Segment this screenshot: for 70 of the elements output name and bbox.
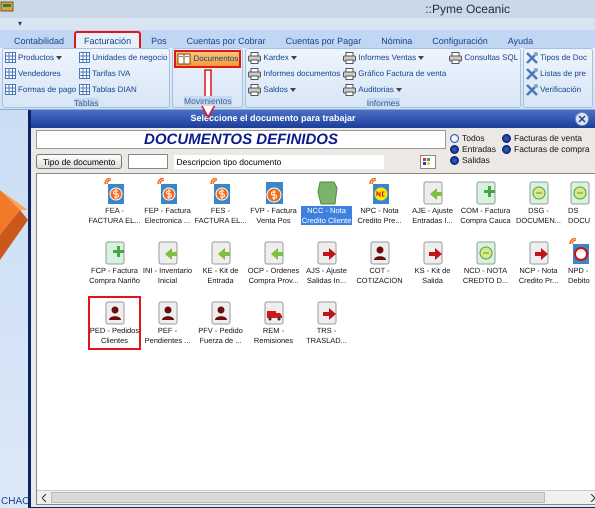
filter-radio[interactable]: Todos xyxy=(450,133,500,144)
ribbon-tab[interactable]: Facturación xyxy=(74,31,142,48)
caret-icon xyxy=(396,88,402,92)
dialog-title: Seleccione el documento para trabajar xyxy=(190,112,356,126)
close-button[interactable] xyxy=(575,112,589,126)
ribbon-button[interactable]: Tablas DIAN xyxy=(78,82,168,97)
filter-radio[interactable]: Facturas de venta xyxy=(502,133,588,144)
ribbon-button[interactable]: Formas de pago xyxy=(4,82,78,97)
filter-radio[interactable]: Salidas xyxy=(450,155,500,166)
table-icon xyxy=(5,84,16,95)
tools-icon xyxy=(526,84,538,96)
table-icon xyxy=(5,68,16,79)
caret-icon xyxy=(418,56,424,60)
description-field[interactable]: Descripcion tipo documento xyxy=(174,154,384,168)
caret-icon xyxy=(56,56,62,60)
printer-icon xyxy=(343,68,356,80)
table-icon xyxy=(79,68,90,79)
ribbon-button[interactable]: Informes documentos xyxy=(247,66,342,81)
printer-icon xyxy=(343,84,356,96)
ribbon-button[interactable]: Gráfico Factura de venta xyxy=(342,66,448,81)
filter-radio[interactable]: Facturas de compra xyxy=(502,144,588,155)
group-label: Informes xyxy=(366,98,400,108)
book-icon xyxy=(177,53,192,65)
ribbon-button[interactable]: Productos xyxy=(4,50,78,65)
ribbon-tab[interactable]: Cuentas por Pagar xyxy=(276,31,372,48)
group-label: Tablas xyxy=(74,98,98,108)
ribbon-button[interactable]: Kardex xyxy=(247,50,342,65)
tools-icon xyxy=(526,68,538,80)
quick-access-dropdown[interactable]: ▾ xyxy=(18,19,22,28)
ribbon-button[interactable]: Tarifas IVA xyxy=(78,66,168,81)
code-field[interactable] xyxy=(128,154,168,169)
scroll-thumb[interactable] xyxy=(51,492,545,503)
chevron-left-icon xyxy=(42,494,46,502)
grid-view-button[interactable] xyxy=(420,154,436,168)
ribbon-button[interactable]: Documentos xyxy=(174,50,242,68)
ribbon-button[interactable]: Saldos xyxy=(247,82,342,97)
ribbon-tab[interactable]: Pos xyxy=(141,31,177,48)
ribbon-button[interactable]: Auditorias xyxy=(342,82,448,97)
tools-icon xyxy=(526,52,538,64)
document-type-button[interactable]: Tipo de documento xyxy=(36,154,122,169)
printer-icon xyxy=(343,52,356,64)
ribbon-button[interactable]: Verificación xyxy=(525,82,588,97)
ribbon-tab[interactable]: Cuentas por Cobrar xyxy=(176,31,276,48)
ribbon-button[interactable]: Informes Ventas xyxy=(342,50,448,65)
ribbon-tab[interactable]: Configuración xyxy=(422,31,498,48)
filter-radio[interactable]: Entradas xyxy=(450,144,500,155)
ribbon-tab[interactable]: Ayuda xyxy=(498,31,544,48)
printer-icon xyxy=(248,68,262,80)
chevron-right-icon xyxy=(590,494,594,502)
ribbon-button[interactable]: Tipos de Doc xyxy=(525,50,588,65)
ribbon-tab[interactable]: Contabilidad xyxy=(4,31,74,48)
dialog-heading: DOCUMENTOS DEFINIDOS xyxy=(36,130,446,149)
ribbon-button[interactable]: Consultas SQL xyxy=(448,50,520,65)
table-icon xyxy=(5,52,16,63)
group-label: Movimientos xyxy=(184,96,232,106)
ribbon-button[interactable]: Vendedores xyxy=(4,66,78,81)
background-text: CHAC xyxy=(0,495,30,508)
close-icon xyxy=(578,115,586,123)
ribbon-button[interactable]: Listas de pre xyxy=(525,66,588,81)
printer-icon xyxy=(248,52,262,64)
caret-icon xyxy=(290,88,296,92)
app-icon[interactable] xyxy=(0,0,14,12)
window-title: ::Pyme Oceanic xyxy=(425,1,510,18)
ribbon-button[interactable]: Unidades de negocio xyxy=(78,50,168,65)
ribbon-tab[interactable]: Nómina xyxy=(371,31,422,48)
table-icon xyxy=(79,84,90,95)
printer-icon xyxy=(248,84,262,96)
table-icon xyxy=(79,52,90,63)
caret-icon xyxy=(290,56,297,60)
printer-icon xyxy=(449,52,462,64)
